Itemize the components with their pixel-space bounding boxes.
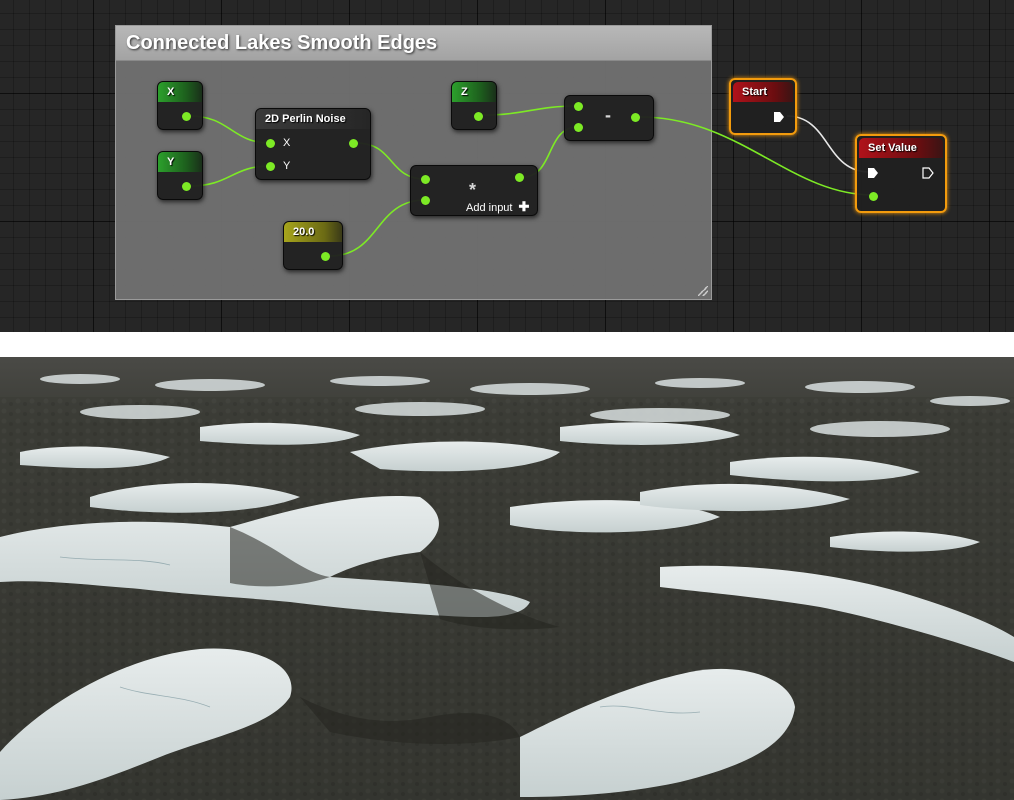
x-input-node[interactable]: X — [157, 81, 203, 130]
output-pin[interactable] — [321, 252, 330, 261]
subtract-operator: - — [605, 105, 611, 125]
node-title: Y — [158, 152, 202, 172]
start-node[interactable]: Start — [729, 78, 797, 135]
subtract-node[interactable]: - — [564, 95, 654, 141]
output-pin[interactable] — [474, 112, 483, 121]
x-pin-label: X — [283, 137, 291, 149]
add-input-label: Add input — [466, 202, 513, 214]
node-title: 2D Perlin Noise — [256, 109, 370, 129]
input-pin-a[interactable] — [574, 102, 583, 111]
set-value-node[interactable]: Set Value — [855, 134, 947, 213]
node-title: Z — [452, 82, 496, 102]
node-title: 20.0 — [284, 222, 342, 242]
comment-title[interactable]: Connected Lakes Smooth Edges — [116, 26, 711, 61]
constant-node[interactable]: 20.0 — [283, 221, 343, 270]
exec-in-pin-icon[interactable] — [867, 167, 879, 179]
output-pin[interactable] — [515, 173, 524, 182]
plus-icon: ✚ — [518, 199, 530, 214]
multiply-node[interactable]: * Add input ✚ — [410, 165, 538, 216]
node-title: Set Value — [859, 138, 943, 158]
input-pin-b[interactable] — [574, 123, 583, 132]
y-input-node[interactable]: Y — [157, 151, 203, 200]
value-input-pin[interactable] — [869, 192, 878, 201]
exec-out-pin-icon[interactable] — [773, 111, 785, 123]
perlin-noise-node[interactable]: 2D Perlin Noise X Y — [255, 108, 371, 180]
input-pin-a[interactable] — [421, 175, 430, 184]
graph-editor[interactable]: Connected Lakes Smooth Edges X Y 2D Perl… — [0, 0, 1014, 332]
terrain-illustration — [0, 357, 1014, 800]
node-title: X — [158, 82, 202, 102]
y-input-pin[interactable] — [266, 162, 275, 171]
output-pin[interactable] — [182, 112, 191, 121]
comment-box[interactable]: Connected Lakes Smooth Edges — [115, 25, 712, 300]
multiply-operator: * — [469, 180, 477, 200]
output-pin[interactable] — [631, 113, 640, 122]
add-input-button[interactable]: Add input ✚ — [466, 199, 529, 215]
output-pin[interactable] — [349, 139, 358, 148]
z-input-node[interactable]: Z — [451, 81, 497, 130]
exec-out-pin-icon[interactable] — [922, 167, 934, 179]
input-pin-b[interactable] — [421, 196, 430, 205]
y-pin-label: Y — [283, 160, 291, 172]
output-pin[interactable] — [182, 182, 191, 191]
x-input-pin[interactable] — [266, 139, 275, 148]
terrain-render-image — [0, 357, 1014, 800]
resize-grip-icon[interactable] — [698, 286, 708, 296]
node-title: Start — [733, 82, 793, 102]
